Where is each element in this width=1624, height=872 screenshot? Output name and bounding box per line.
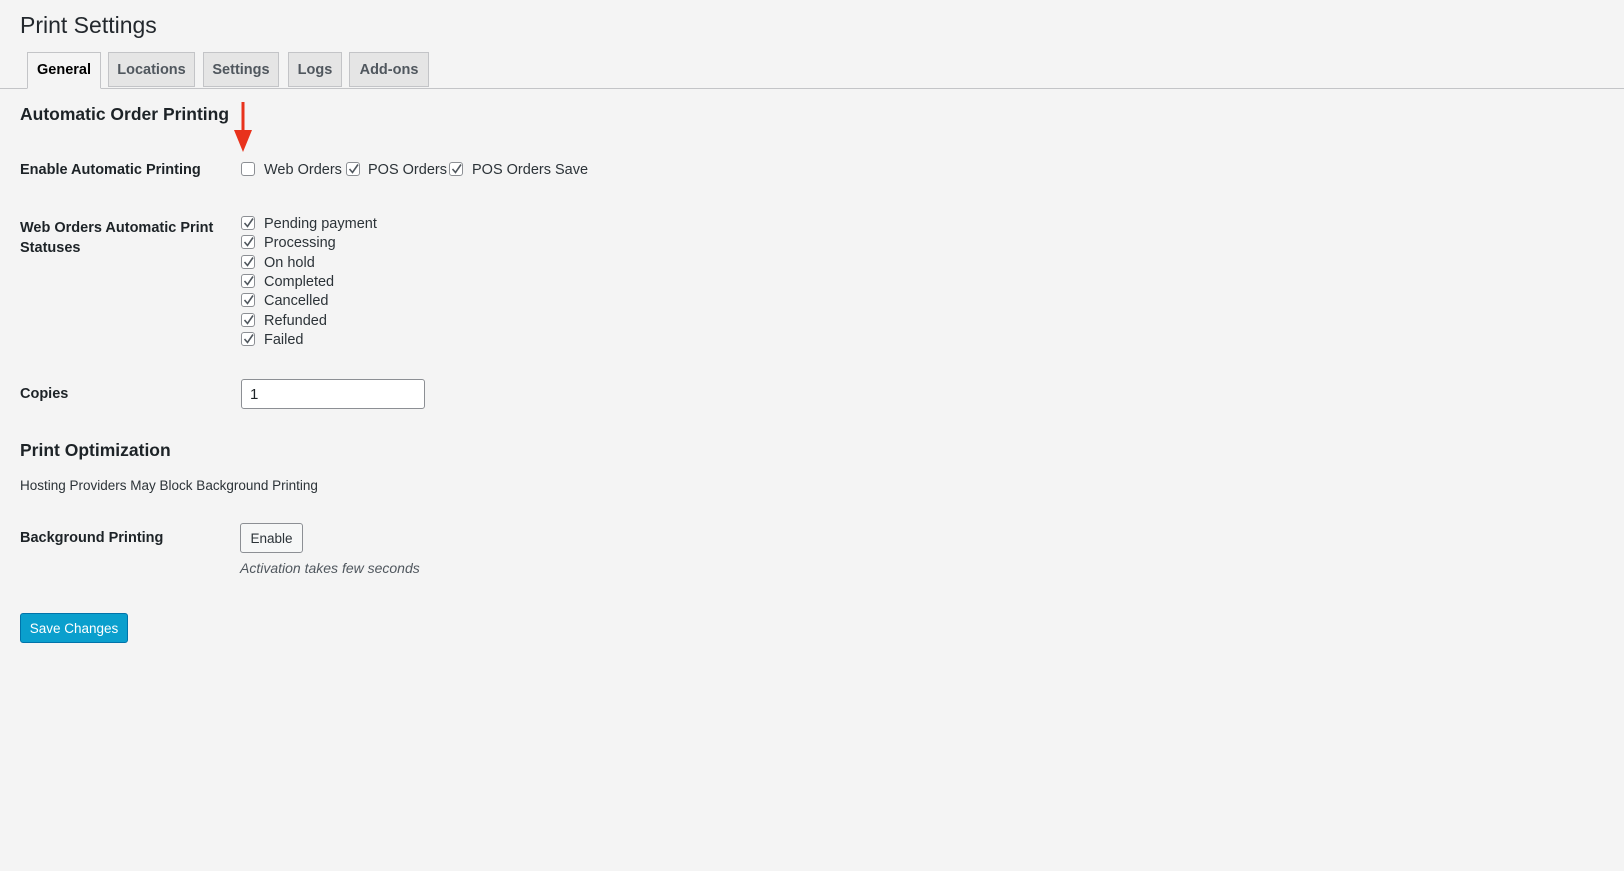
status-refunded-label: Refunded (264, 313, 327, 329)
status-failed-checkbox[interactable] (241, 332, 255, 346)
page-title: Print Settings (20, 12, 157, 38)
enable-background-printing-button[interactable]: Enable (240, 523, 303, 553)
status-cancelled-checkbox[interactable] (241, 293, 255, 307)
tab-logs[interactable]: Logs (288, 52, 342, 87)
copies-label: Copies (20, 386, 69, 402)
checkmark-icon (243, 295, 254, 305)
status-pending-payment-checkbox[interactable] (241, 216, 255, 230)
pos-orders-checkbox[interactable] (346, 162, 360, 176)
activation-hint: Activation takes few seconds (240, 560, 420, 576)
copies-input[interactable] (241, 379, 425, 409)
background-printing-label: Background Printing (20, 530, 164, 546)
status-failed-label: Failed (264, 332, 304, 348)
red-arrow-icon (234, 102, 252, 152)
checkmark-icon (243, 257, 254, 267)
enable-automatic-printing-label: Enable Automatic Printing (20, 162, 201, 178)
checkmark-icon (451, 164, 462, 174)
web-orders-checkbox[interactable] (241, 162, 255, 176)
status-completed-checkbox[interactable] (241, 274, 255, 288)
status-pending-payment-label: Pending payment (264, 216, 377, 232)
checkmark-icon (348, 164, 359, 174)
section-title-automatic-printing: Automatic Order Printing (20, 104, 230, 124)
status-refunded-checkbox[interactable] (241, 313, 255, 327)
status-completed-label: Completed (264, 274, 335, 290)
checkmark-icon (243, 315, 254, 325)
status-on-hold-checkbox[interactable] (241, 255, 255, 269)
status-processing-label: Processing (264, 235, 336, 251)
status-on-hold-label: On hold (264, 255, 315, 271)
pos-orders-label: POS Orders (368, 162, 447, 178)
pos-orders-save-label: POS Orders Save (472, 162, 589, 178)
tab-bar: General Locations Settings Logs Add-ons (0, 52, 1624, 89)
tab-settings[interactable]: Settings (203, 52, 279, 87)
optimization-description: Hosting Providers May Block Background P… (20, 478, 318, 493)
tab-general[interactable]: General (27, 52, 101, 89)
status-processing-checkbox[interactable] (241, 235, 255, 249)
checkmark-icon (243, 334, 254, 344)
section-title-print-optimization: Print Optimization (20, 440, 171, 460)
pos-orders-save-checkbox[interactable] (449, 162, 463, 176)
status-cancelled-label: Cancelled (264, 293, 329, 309)
checkmark-icon (243, 218, 254, 228)
checkmark-icon (243, 276, 254, 286)
checkmark-icon (243, 237, 254, 247)
tab-locations[interactable]: Locations (108, 52, 195, 87)
web-orders-label: Web Orders (264, 162, 342, 178)
web-orders-statuses-label: Web Orders Automatic Print Statuses (20, 220, 214, 256)
tab-add-ons[interactable]: Add-ons (349, 52, 429, 87)
save-changes-button[interactable]: Save Changes (20, 613, 128, 643)
page-canvas: Print Settings General Locations Setting… (0, 0, 1624, 871)
